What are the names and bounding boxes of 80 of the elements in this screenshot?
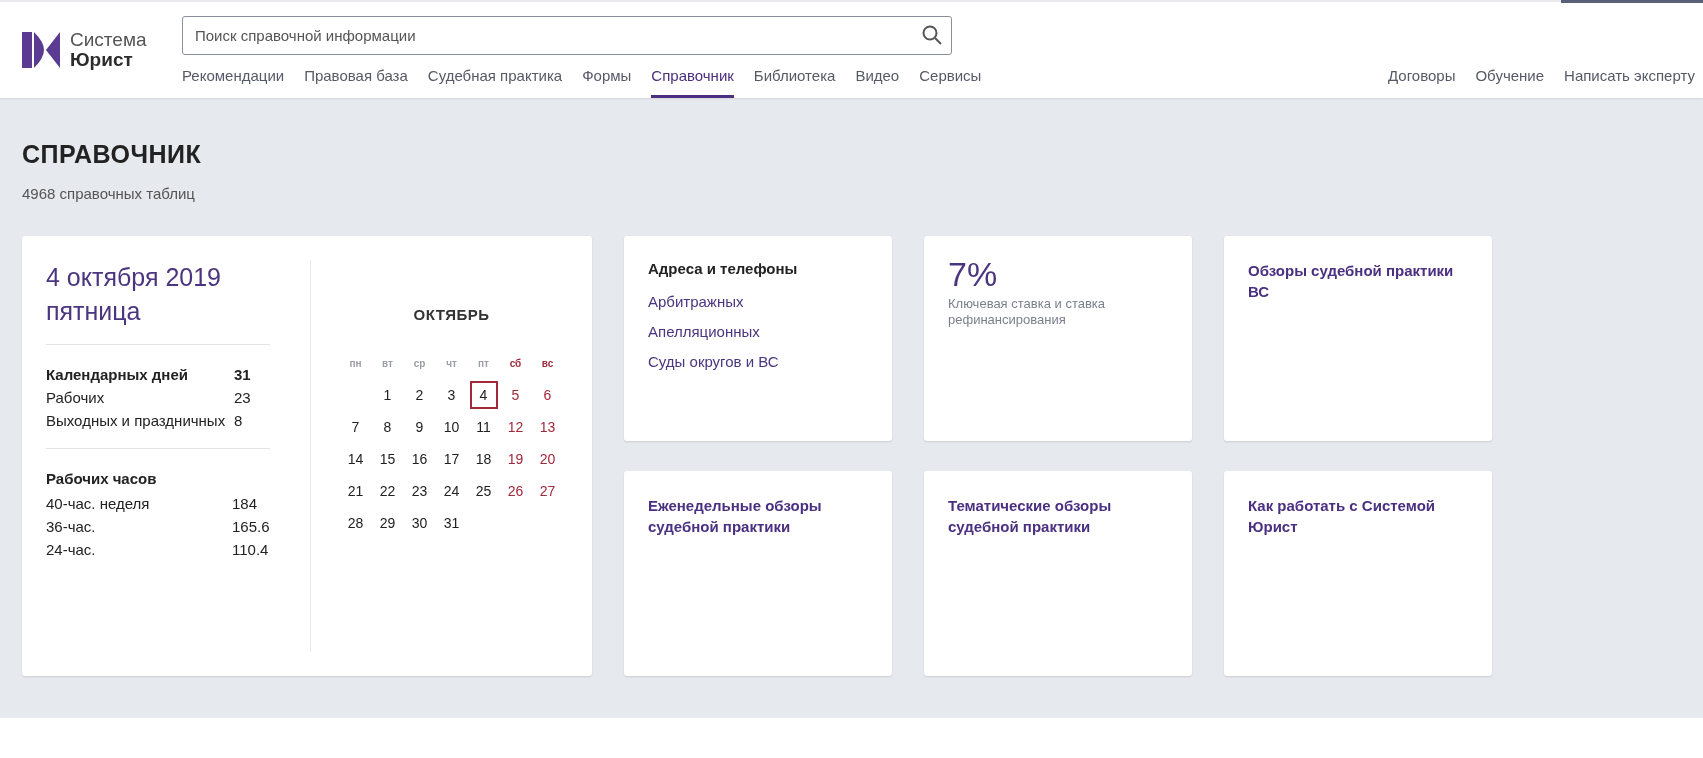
nav-tab[interactable]: Видео	[855, 62, 900, 98]
calendar-day[interactable]: 18	[469, 445, 498, 473]
logo-text[interactable]: Система Юрист	[70, 30, 147, 70]
stat-value: 8	[234, 411, 244, 431]
hours-label: 24-час.	[46, 540, 96, 560]
calendar-day[interactable]: 16	[405, 445, 434, 473]
calendar-day[interactable]: 12	[501, 413, 530, 441]
nav-tab[interactable]: Правовая база	[304, 62, 408, 98]
hours-label: 36-час.	[46, 517, 96, 537]
card-title-link[interactable]: Как работать с Системой Юрист	[1248, 495, 1468, 537]
calendar-day[interactable]: 27	[533, 477, 562, 505]
calendar-day[interactable]: 20	[533, 445, 562, 473]
hours-value: 110.4	[232, 540, 270, 560]
month-title: ОКТЯБРЬ	[413, 306, 490, 323]
card-title-link[interactable]: Тематические обзоры судебной практики	[948, 495, 1168, 537]
stat-value: 23	[234, 388, 252, 408]
rate-value: 7%	[948, 256, 999, 292]
card-title-link[interactable]: Еженедельные обзоры судебной практики	[648, 495, 868, 537]
nav-tab[interactable]: Библиотека	[753, 62, 836, 98]
calendar-day[interactable]: 28	[341, 509, 370, 537]
calendar-day[interactable]: 29	[373, 509, 402, 537]
stat-label: Рабочих	[46, 388, 105, 408]
search-field[interactable]: Поиск справочной информации	[182, 16, 952, 55]
nav-link[interactable]: Обучение	[1475, 67, 1545, 84]
calendar-day[interactable]: 31	[437, 509, 466, 537]
page-subtitle: 4968 справочных таблиц	[22, 185, 196, 202]
stat-label: Календарных дней	[46, 365, 188, 385]
hours-value: 165.6	[232, 517, 270, 537]
card-link[interactable]: Суды округов и ВС	[648, 347, 868, 377]
calendar-day[interactable]: 5	[501, 381, 530, 409]
calendar-day[interactable]: 2	[405, 381, 434, 409]
calendar-day[interactable]: 3	[437, 381, 466, 409]
calendar-day[interactable]: 24	[437, 477, 466, 505]
calendar-day[interactable]: 7	[341, 413, 370, 441]
rate-caption: Ключевая ставка и ставка рефинансирования	[948, 296, 1107, 328]
calendar-day[interactable]: 4	[469, 381, 498, 409]
calendar-day[interactable]: 8	[373, 413, 402, 441]
calendar-day[interactable]: 19	[501, 445, 530, 473]
card-heading: Адреса и телефоны	[648, 260, 799, 277]
nav-tab[interactable]: Судебная практика	[427, 62, 563, 98]
hours-label: 40-час. неделя	[46, 494, 150, 514]
calendar-day[interactable]: 15	[373, 445, 402, 473]
calendar-day[interactable]: 17	[437, 445, 466, 473]
weekday-label: пт	[477, 356, 490, 371]
nav-tab[interactable]: Формы	[582, 62, 632, 98]
logo-icon	[22, 32, 62, 68]
weekday-label: чт	[445, 356, 458, 371]
calendar-day[interactable]: 23	[405, 477, 434, 505]
current-weekday: пятница	[46, 296, 142, 327]
stat-value: 31	[234, 365, 252, 385]
page-title: СПРАВОЧНИК	[22, 140, 203, 169]
calendar-day[interactable]: 13	[533, 413, 562, 441]
calendar-day[interactable]: 14	[341, 445, 370, 473]
nav-link[interactable]: Написать эксперту	[1564, 67, 1695, 84]
card-title-link[interactable]: Обзоры судебной практики ВС	[1248, 260, 1468, 302]
card-link[interactable]: Арбитражных	[648, 287, 868, 317]
calendar-day[interactable]: 6	[533, 381, 562, 409]
weekday-label: вс	[540, 356, 555, 371]
hours-value: 184	[232, 494, 259, 514]
nav-tab[interactable]: Рекомендации	[182, 62, 285, 98]
calendar-day[interactable]: 22	[373, 477, 402, 505]
calendar-day[interactable]: 10	[437, 413, 466, 441]
nav-tab[interactable]: Сервисы	[919, 62, 982, 98]
weekday-label: пн	[348, 356, 363, 371]
current-date: 4 октября 2019	[46, 262, 222, 293]
hours-title: Рабочих часов	[46, 469, 158, 489]
calendar-day[interactable]: 1	[373, 381, 402, 409]
stat-label: Выходных и праздничных	[46, 411, 226, 431]
card-link[interactable]: Апелляционных	[648, 317, 868, 347]
search-icon[interactable]	[922, 25, 942, 45]
calendar-day[interactable]: 9	[405, 413, 434, 441]
nav-link[interactable]: Договоры	[1388, 67, 1456, 84]
calendar-day[interactable]: 11	[469, 413, 498, 441]
calendar-day[interactable]: 25	[469, 477, 498, 505]
weekday-label: ср	[412, 356, 427, 371]
weekday-label: сб	[508, 356, 523, 371]
calendar-day[interactable]: 26	[501, 477, 530, 505]
calendar-day[interactable]: 30	[405, 509, 434, 537]
weekday-label: вт	[381, 356, 394, 371]
calendar-day[interactable]: 21	[341, 477, 370, 505]
